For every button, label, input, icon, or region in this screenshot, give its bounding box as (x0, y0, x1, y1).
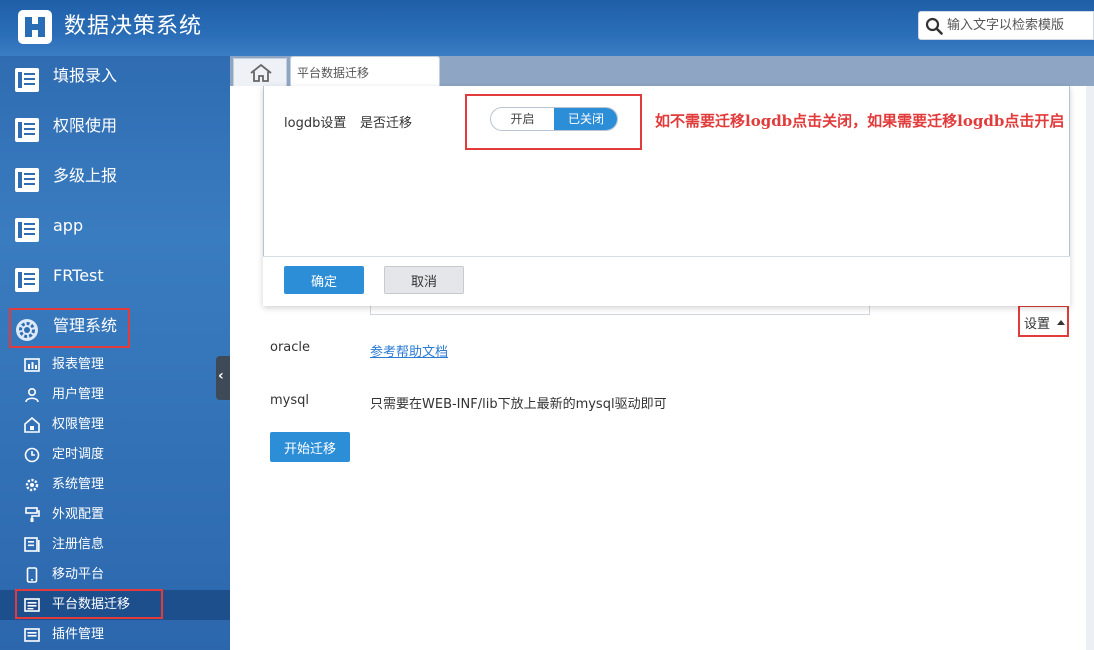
help-doc-link[interactable]: 参考帮助文档 (370, 341, 448, 360)
annotation-text: 如不需要迁移logdb点击关闭，如果需要迁移logdb点击开启 (655, 112, 1065, 130)
app-title: 数据决策系统 (64, 14, 203, 39)
search-icon[interactable] (925, 17, 943, 35)
sidebar-item-label: 权限使用 (53, 116, 118, 135)
clock-icon (24, 447, 40, 463)
confirm-button[interactable]: 确定 (284, 266, 364, 294)
sidebar-item-appearance[interactable]: 外观配置 (0, 500, 230, 530)
logdb-label: logdb设置 (284, 116, 347, 131)
sidebar-item-label: 外观配置 (52, 507, 105, 522)
migrate-toggle[interactable]: 开启 已关闭 (490, 107, 618, 131)
sidebar-item-permission-use[interactable]: 权限使用 (0, 106, 230, 156)
gear-icon (25, 478, 39, 492)
sidebar-item-label: 管理系统 (53, 316, 118, 335)
sidebar-item-label: 注册信息 (52, 537, 105, 552)
sidebar-item-scheduling[interactable]: 定时调度 (0, 440, 230, 470)
start-migration-button[interactable]: 开始迁移 (270, 432, 350, 462)
tab-home[interactable] (233, 58, 287, 86)
sidebar-item-label: 移动平台 (52, 567, 105, 582)
sidebar-item-system-management[interactable]: 系统管理 (0, 470, 230, 500)
template-search[interactable] (918, 11, 1094, 40)
sidebar-item-app[interactable]: app (0, 206, 230, 256)
sidebar-item-label: 多级上报 (53, 166, 118, 185)
mysql-note: 只需要在WEB-INF/lib下放上最新的mysql驱动即可 (370, 397, 667, 412)
register-icon (24, 537, 40, 552)
caret-up-icon (1057, 320, 1065, 325)
report-icon (15, 268, 39, 292)
report-manage-icon (24, 358, 40, 372)
app-logo (18, 10, 52, 44)
sidebar-item-label: app (53, 216, 84, 235)
sidebar-item-label: 平台数据迁移 (52, 597, 131, 612)
toggle-on-option[interactable]: 开启 (491, 108, 554, 130)
migrate-icon (24, 598, 40, 612)
settings-label: 设置 (1024, 317, 1051, 332)
home-icon (250, 63, 272, 82)
report-icon (15, 168, 39, 192)
report-icon (15, 218, 39, 242)
sidebar-item-plugin-management[interactable]: 插件管理 (0, 620, 230, 650)
settings-button[interactable]: 设置 (1018, 305, 1069, 337)
sidebar-collapse-button[interactable]: ‹ (216, 356, 230, 400)
sidebar-item-fill-entry[interactable]: 填报录入 (0, 56, 230, 106)
sidebar-item-label: 定时调度 (52, 447, 105, 462)
sidebar-item-user-management[interactable]: 用户管理 (0, 380, 230, 410)
mobile-icon (26, 567, 38, 583)
migrate-label: 是否迁移 (360, 116, 413, 131)
oracle-label: oracle (270, 340, 311, 355)
sidebar-item-registration[interactable]: 注册信息 (0, 530, 230, 560)
lock-icon (24, 417, 40, 433)
report-icon (15, 118, 39, 142)
scroll-strip (1086, 86, 1094, 650)
sidebar-item-multi-report[interactable]: 多级上报 (0, 156, 230, 206)
sidebar-item-label: 填报录入 (53, 66, 118, 85)
sidebar-item-frtest[interactable]: FRTest (0, 256, 230, 306)
chevron-left-icon: ‹ (218, 368, 224, 384)
sidebar-item-data-migration[interactable]: 平台数据迁移 (0, 590, 230, 620)
gear-icon (16, 319, 38, 341)
paint-roller-icon (25, 507, 40, 522)
top-header: 数据决策系统 (0, 0, 1094, 56)
search-input[interactable] (947, 12, 1092, 39)
sidebar-item-label: 权限管理 (52, 417, 105, 432)
sidebar-item-label: 报表管理 (52, 357, 105, 372)
report-icon (15, 68, 39, 92)
sidebar-item-management-system[interactable]: 管理系统 (0, 306, 230, 356)
user-icon (25, 387, 39, 403)
toggle-off-option[interactable]: 已关闭 (554, 108, 617, 130)
sidebar-item-label: 系统管理 (52, 477, 105, 492)
sidebar-item-report-management[interactable]: 报表管理 (0, 350, 230, 380)
sidebar-item-label: FRTest (53, 266, 104, 285)
sidebar-item-label: 插件管理 (52, 627, 105, 642)
tab-label: 平台数据迁移 (297, 66, 370, 80)
tab-data-migration[interactable]: 平台数据迁移 (290, 56, 440, 86)
sidebar-item-label: 用户管理 (52, 387, 105, 402)
sidebar-item-permission-management[interactable]: 权限管理 (0, 410, 230, 440)
cancel-button[interactable]: 取消 (384, 266, 464, 294)
sidebar-item-mobile-platform[interactable]: 移动平台 (0, 560, 230, 590)
mysql-label: mysql (270, 393, 309, 408)
plugin-icon (24, 628, 40, 642)
